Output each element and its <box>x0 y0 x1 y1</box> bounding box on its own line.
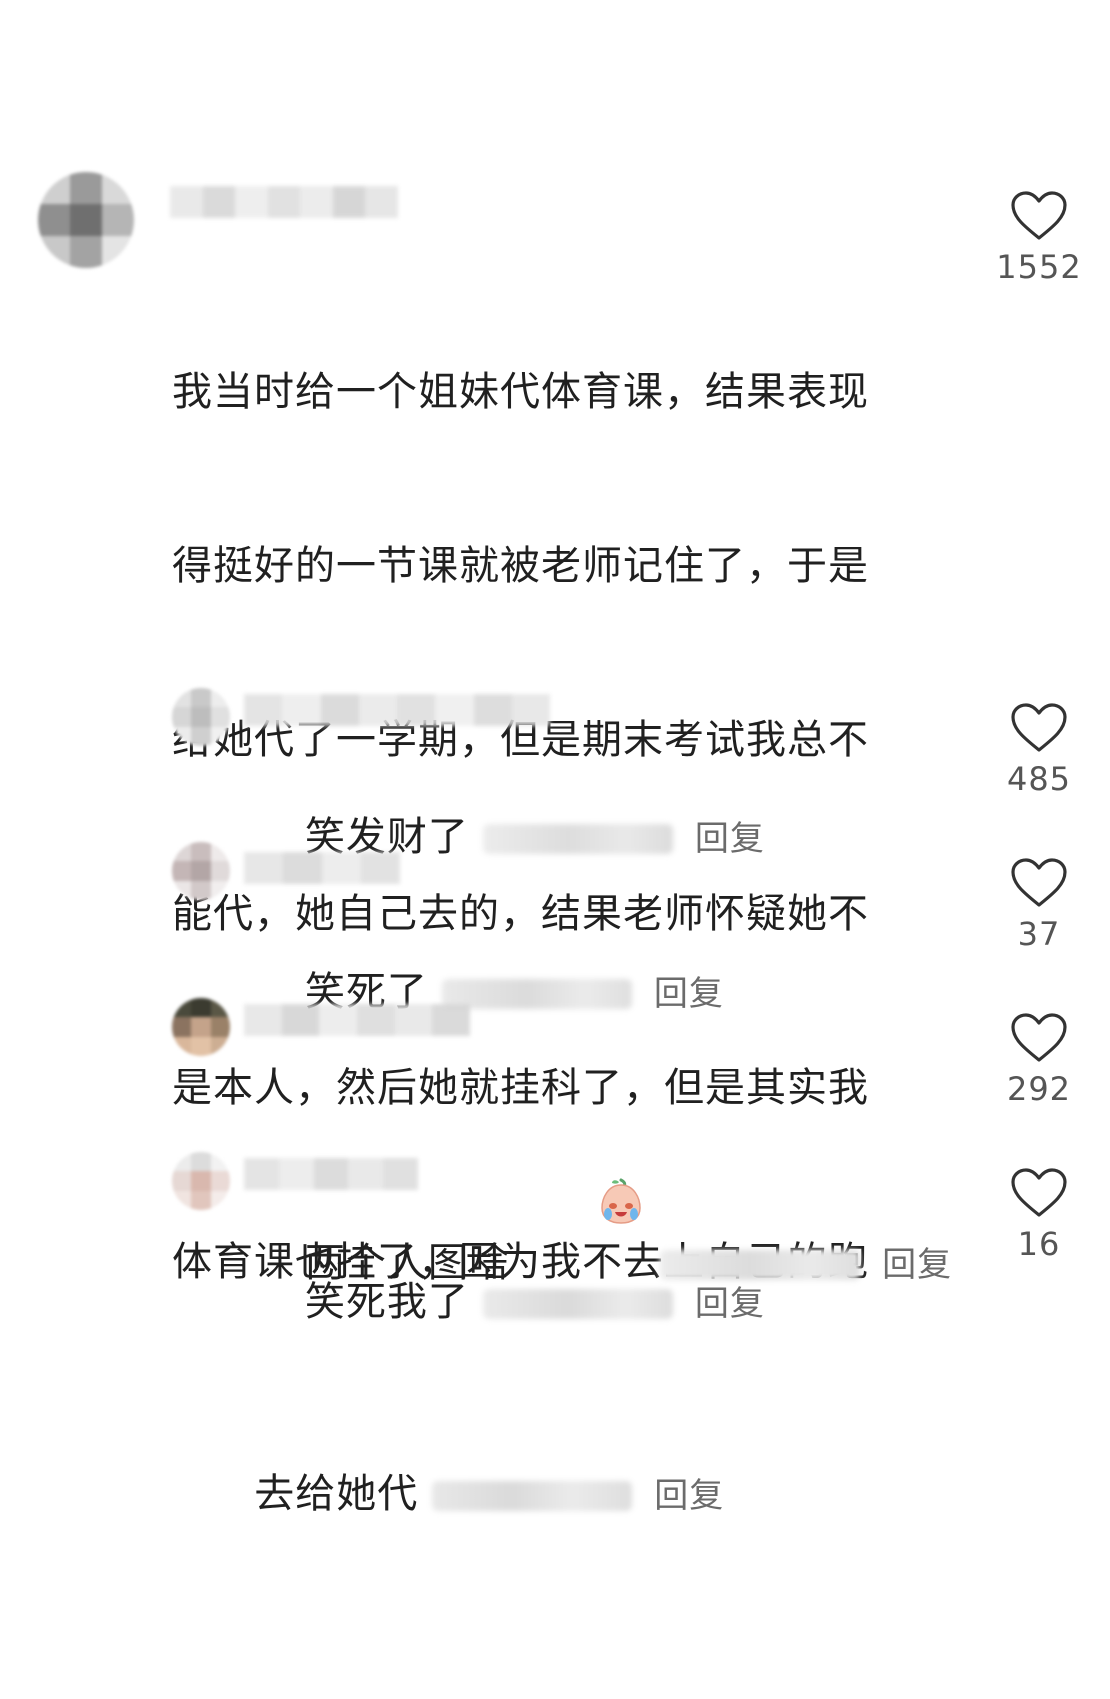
like-button[interactable]: 1552 <box>989 190 1089 286</box>
like-button[interactable]: 16 <box>989 1167 1089 1263</box>
comment-last-line: 去给她代 回复 <box>172 1407 932 1583</box>
timestamp-blurred <box>441 979 632 1009</box>
like-count: 292 <box>1006 1070 1072 1108</box>
avatar[interactable] <box>172 1152 230 1210</box>
comment-item: 我当时给一个姐妹代体育课，结果表现 得挺好的一节课就被老师记住了，于是 给她代了… <box>0 0 1110 1517</box>
reply-button[interactable]: 回复 <box>882 1236 952 1294</box>
like-button[interactable]: 485 <box>989 702 1089 798</box>
like-count: 16 <box>1017 1225 1061 1263</box>
comment-line: 我当时给一个姐妹代体育课，结果表现 <box>172 369 869 415</box>
heart-icon <box>1011 703 1067 752</box>
username-blurred[interactable] <box>244 1158 418 1190</box>
heart-icon <box>1011 191 1067 240</box>
comment-line: 笑死我了 <box>304 1279 469 1325</box>
heart-icon <box>1011 1013 1067 1062</box>
like-count: 37 <box>1017 915 1061 953</box>
like-count: 485 <box>1006 760 1072 798</box>
reply-button[interactable]: 回复 <box>654 965 724 1023</box>
username-blurred[interactable] <box>244 694 550 726</box>
like-button[interactable]: 37 <box>989 857 1089 953</box>
comment-text: 笑发财了 回复 <box>250 750 765 926</box>
reply-button[interactable]: 回复 <box>695 810 765 868</box>
avatar[interactable] <box>172 688 230 746</box>
reply-button[interactable]: 回复 <box>654 1467 724 1525</box>
avatar[interactable] <box>172 842 230 900</box>
like-button[interactable]: 292 <box>989 1012 1089 1108</box>
timestamp-blurred <box>432 1481 633 1511</box>
avatar[interactable] <box>172 998 230 1056</box>
comment-text: 笑死了 回复 <box>250 905 724 1081</box>
username-blurred[interactable] <box>170 186 399 218</box>
comment-line: 去给她代 <box>254 1471 419 1517</box>
comment-line: 得挺好的一节课就被老师记住了，于是 <box>172 543 869 589</box>
comment-text: 笑死我了 回复 <box>250 1215 765 1391</box>
username-blurred[interactable] <box>244 1004 471 1036</box>
like-count: 1552 <box>996 248 1082 286</box>
avatar[interactable] <box>38 172 134 268</box>
username-blurred[interactable] <box>244 852 400 884</box>
heart-icon <box>1011 1168 1067 1217</box>
timestamp-blurred <box>482 1289 673 1319</box>
timestamp-blurred <box>482 824 673 854</box>
reply-button[interactable]: 回复 <box>695 1275 765 1333</box>
heart-icon <box>1011 858 1067 907</box>
